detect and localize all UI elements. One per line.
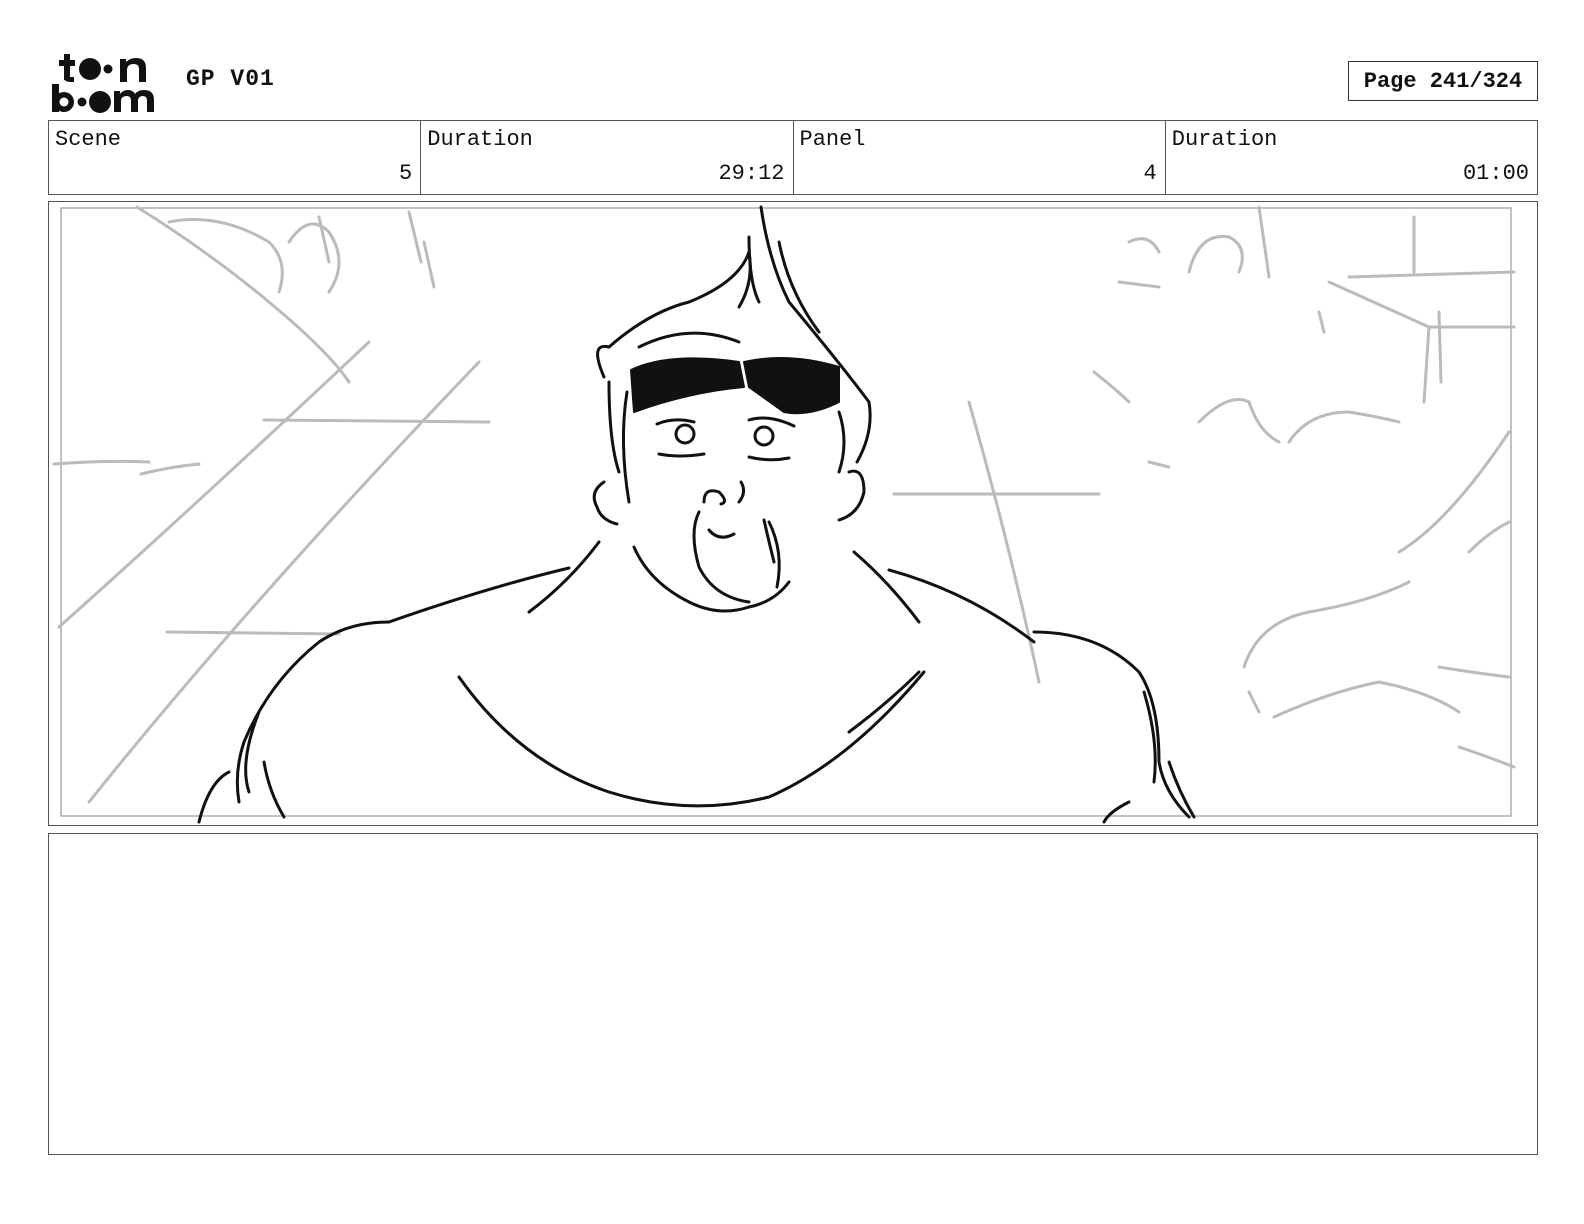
project-title: GP V01 bbox=[186, 66, 275, 92]
character-sketch bbox=[197, 205, 1196, 824]
panel-notes[interactable] bbox=[48, 833, 1538, 1155]
panel-duration-value: 01:00 bbox=[1462, 161, 1529, 186]
scene-duration-cell: Duration 29:12 bbox=[421, 121, 794, 194]
panel-cell: Panel 4 bbox=[794, 121, 1166, 194]
storyboard-panel bbox=[48, 201, 1538, 826]
background-sketch bbox=[52, 205, 1516, 804]
character-sketch-image bbox=[52, 205, 1516, 824]
page-counter: Page 241/324 bbox=[1348, 61, 1538, 101]
scene-label: Scene bbox=[55, 127, 122, 152]
scene-value: 5 bbox=[399, 161, 413, 186]
scene-duration-label: Duration bbox=[427, 127, 533, 152]
panel-duration-cell: Duration 01:00 bbox=[1166, 121, 1537, 194]
scene-info-bar: Scene 5 Duration 29:12 Panel 4 Duration … bbox=[48, 120, 1538, 195]
toonboom-logo bbox=[50, 50, 166, 114]
panel-label: Panel bbox=[799, 127, 866, 152]
panel-duration-label: Duration bbox=[1171, 127, 1278, 152]
scene-cell: Scene 5 bbox=[49, 121, 422, 194]
panel-value: 4 bbox=[1143, 161, 1157, 186]
scene-duration-value: 29:12 bbox=[718, 161, 785, 186]
toonboom-logo-icon bbox=[52, 54, 154, 113]
